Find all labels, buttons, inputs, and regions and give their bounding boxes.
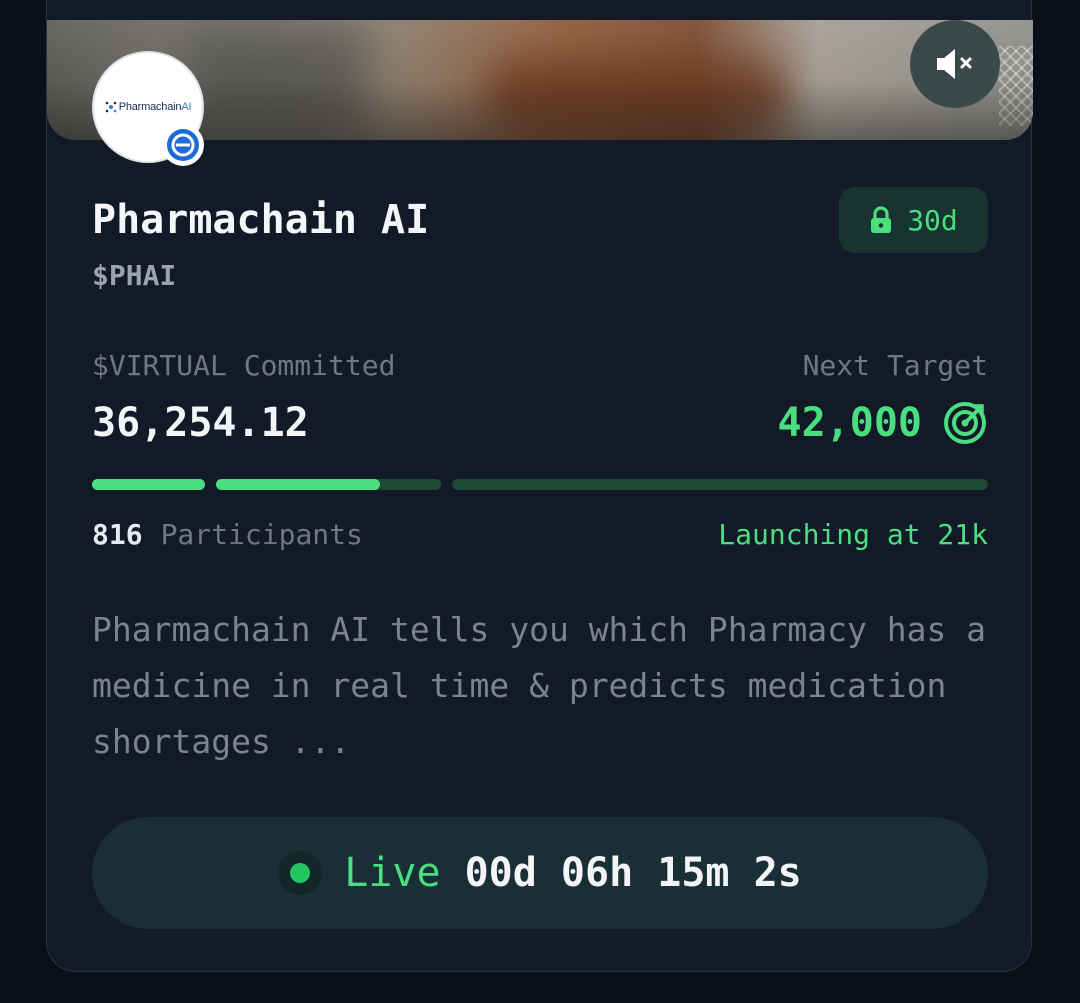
project-logo: PharmachainAI: [105, 101, 192, 113]
logo-text-accent: AI: [181, 101, 192, 113]
project-title: Pharmachain AI: [92, 197, 430, 243]
progress-segment-fill: [92, 479, 205, 490]
participants-count: 816: [92, 518, 143, 551]
progress-segment-fill: [216, 479, 381, 490]
lock-icon: [871, 206, 892, 233]
countdown-timer: 00d 06h 15m 2s: [464, 850, 802, 896]
participants: 816 Participants: [92, 517, 363, 553]
committed-value: 36,254.12: [92, 400, 309, 446]
participants-label: Participants: [160, 518, 363, 551]
progress-segment: [452, 479, 988, 490]
lock-period-badge: 30d: [839, 187, 988, 253]
live-status-button[interactable]: Live 00d 06h 15m 2s: [92, 817, 988, 929]
mute-button[interactable]: [910, 20, 1000, 108]
live-dot-icon: [290, 863, 311, 883]
progress-segment: [216, 479, 441, 490]
next-target-value: 42,000: [777, 400, 923, 446]
live-label: Live: [344, 850, 441, 896]
progress-bar: [92, 479, 988, 490]
next-target: 42,000: [778, 398, 989, 448]
verification-badge: [162, 124, 204, 166]
speaker-muted-icon: [937, 49, 972, 79]
lock-period-text: 30d: [907, 203, 958, 237]
launch-note: Launching at 21k: [718, 518, 988, 551]
project-ticker: $PHAI: [92, 259, 177, 292]
logo-text: Pharmachain: [118, 101, 182, 113]
next-target-label: Next Target: [802, 349, 988, 382]
target-icon: [944, 402, 986, 444]
progress-segment: [92, 479, 205, 490]
committed-label: $VIRTUAL Committed: [92, 349, 396, 382]
project-description: Pharmachain AI tells you which Pharmacy …: [92, 610, 987, 761]
live-indicator: [278, 851, 323, 895]
minus-circle-icon: [167, 129, 199, 161]
molecule-icon: [105, 101, 116, 113]
